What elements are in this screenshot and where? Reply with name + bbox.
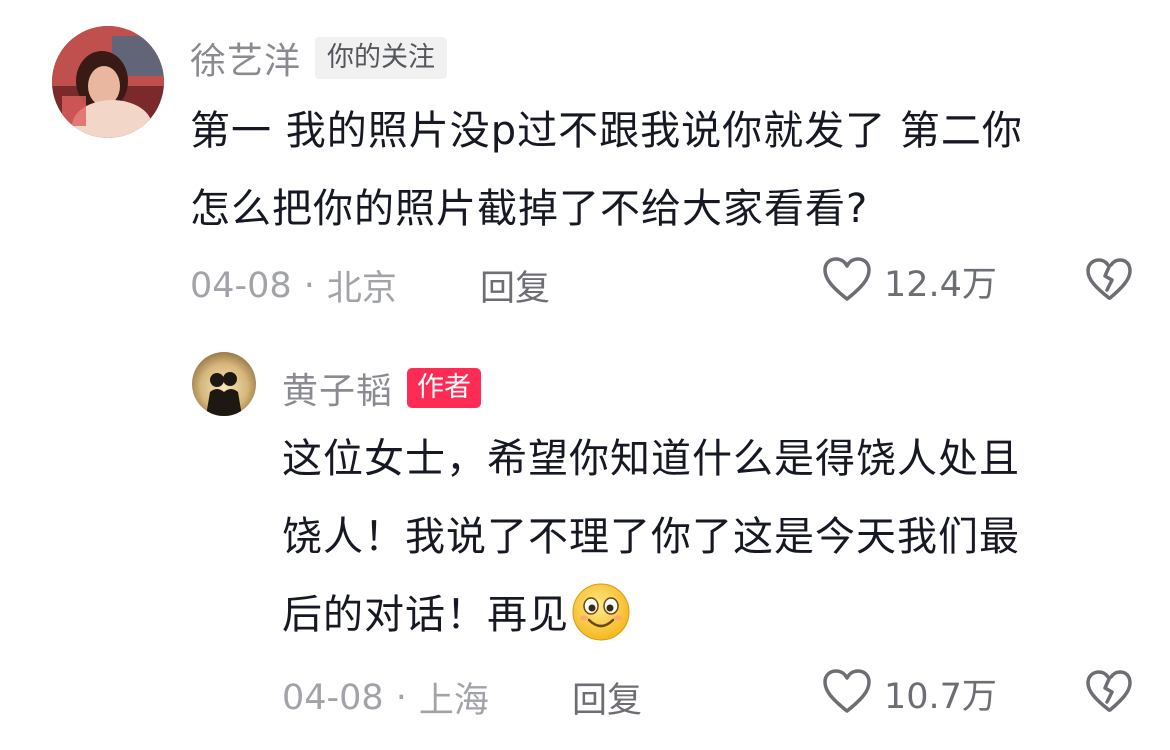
- username[interactable]: 徐艺洋: [190, 32, 301, 84]
- comment-text-line: 饶人！我说了不理了你了这是今天我们最: [282, 514, 1020, 560]
- username[interactable]: 黄子韬: [282, 362, 393, 414]
- comment-text-line: 这位女士，希望你知道什么是得饶人处且: [282, 436, 1020, 482]
- like-button[interactable]: 10.7万: [822, 668, 997, 719]
- reply-button[interactable]: 回复: [572, 672, 642, 723]
- comment-item: 徐艺洋 你的关注 第一 我的照片没p过不跟我说你就发了 第二你 怎么把你的照片截…: [0, 0, 1170, 330]
- like-button[interactable]: 12.4万: [822, 256, 997, 307]
- comment-text-line: 后的对话！再见: [282, 592, 569, 638]
- meta-separator: ·: [395, 677, 407, 718]
- like-count: 10.7万: [884, 677, 997, 717]
- comment-text-line-last: 后的对话！再见: [282, 576, 1020, 668]
- like-count: 12.4万: [884, 265, 997, 305]
- comment-date: 04-08: [282, 677, 384, 718]
- comment-text: 这位女士，希望你知道什么是得饶人处且 饶人！我说了不理了你了这是今天我们最 后的…: [282, 420, 1020, 668]
- comment-meta: 04-08 · 上海: [282, 672, 489, 723]
- comment-header: 徐艺洋 你的关注: [190, 32, 448, 84]
- comment-meta: 04-08 · 北京: [190, 260, 397, 311]
- heart-outline-icon: [822, 256, 872, 307]
- comment-header: 黄子韬 作者: [282, 362, 482, 414]
- smiling-emoji-icon: [571, 582, 631, 668]
- avatar[interactable]: [192, 352, 256, 416]
- comment-location: 上海: [418, 681, 489, 721]
- dislike-button[interactable]: [1085, 670, 1133, 718]
- reply-comment-item: 黄子韬 作者 这位女士，希望你知道什么是得饶人处且 饶人！我说了不理了你了这是今…: [0, 330, 1170, 750]
- broken-heart-icon: [1085, 258, 1133, 306]
- dislike-button[interactable]: [1085, 258, 1133, 306]
- comment-text: 第一 我的照片没p过不跟我说你就发了 第二你 怎么把你的照片截掉了不给大家看看?: [190, 92, 1023, 248]
- comment-text-line: 第一 我的照片没p过不跟我说你就发了 第二你: [190, 108, 1023, 154]
- reply-button[interactable]: 回复: [480, 260, 550, 311]
- avatar[interactable]: [52, 26, 164, 138]
- broken-heart-icon: [1085, 670, 1133, 718]
- comment-location: 北京: [326, 269, 397, 309]
- following-badge: 你的关注: [315, 37, 448, 79]
- meta-separator: ·: [303, 265, 315, 306]
- comment-text-line: 怎么把你的照片截掉了不给大家看看?: [190, 186, 869, 232]
- comment-date: 04-08: [190, 265, 292, 306]
- heart-outline-icon: [822, 668, 872, 719]
- author-badge: 作者: [407, 368, 482, 408]
